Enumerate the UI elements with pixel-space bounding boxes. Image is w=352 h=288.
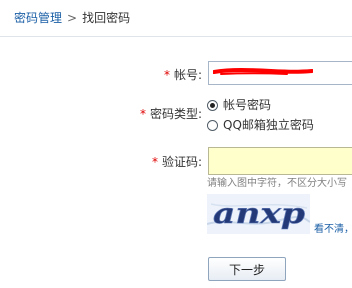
- captcha-image[interactable]: anxp: [207, 194, 310, 234]
- captcha-text: anxp: [213, 197, 306, 230]
- account-input[interactable]: [208, 61, 352, 85]
- required-mark: *: [140, 107, 146, 121]
- verification-code-input[interactable]: [208, 147, 352, 175]
- find-password-page: 密码管理 > 找回密码 * 帐号: * 密码类型: 帐号密码 QQ邮箱独立密码 * 验证码…: [0, 0, 352, 288]
- password-type-label-text: 密码类型:: [150, 107, 203, 121]
- breadcrumb-bar: 密码管理 > 找回密码: [0, 0, 352, 37]
- required-mark: *: [163, 68, 170, 82]
- breadcrumb-separator: >: [67, 11, 78, 25]
- verification-code-label: * 验证码:: [150, 154, 202, 170]
- radio-account-password-label: 帐号密码: [223, 98, 272, 112]
- password-type-label: * 密码类型:: [140, 106, 202, 122]
- radio-unchecked-icon[interactable]: [207, 119, 218, 131]
- breadcrumb: 密码管理 > 找回密码: [14, 10, 130, 26]
- account-label: * 帐号:: [160, 67, 202, 83]
- captcha-graphic: anxp: [207, 194, 310, 234]
- breadcrumb-password-management-link[interactable]: 密码管理: [14, 11, 62, 25]
- verification-code-hint: 请输入图中字符，不区分大小写: [207, 178, 347, 189]
- account-label-text: 帐号:: [173, 68, 202, 82]
- verification-code-label-text: 验证码:: [161, 155, 202, 169]
- radio-checked-icon[interactable]: [207, 99, 218, 111]
- radio-account-password[interactable]: 帐号密码: [207, 97, 271, 113]
- refresh-captcha-link[interactable]: 看不清，换: [314, 224, 352, 236]
- next-step-button[interactable]: 下一步: [208, 257, 286, 281]
- breadcrumb-current-page: 找回密码: [82, 11, 131, 25]
- required-mark: *: [151, 155, 158, 169]
- radio-qq-mail-password-label: QQ邮箱独立密码: [223, 118, 314, 132]
- radio-qq-mail-password[interactable]: QQ邮箱独立密码: [207, 117, 314, 133]
